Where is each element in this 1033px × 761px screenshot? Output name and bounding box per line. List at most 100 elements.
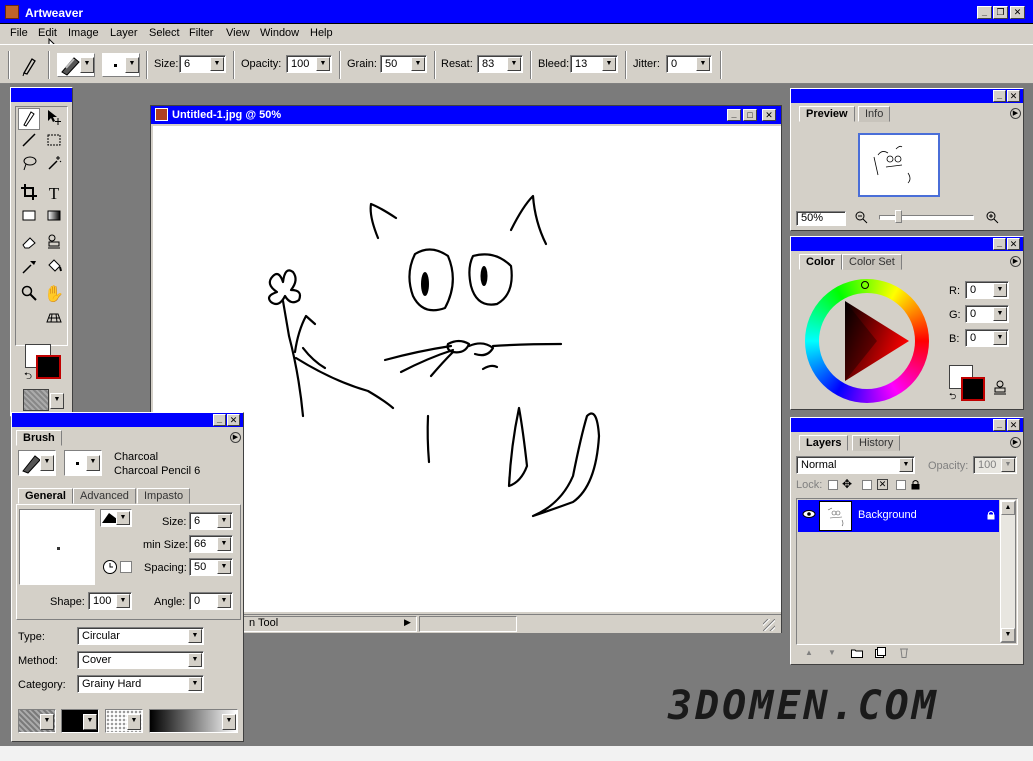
- color-wheel[interactable]: [805, 279, 929, 403]
- lock-paint-checkbox[interactable]: [862, 480, 872, 490]
- gradient-swatch[interactable]: ▼: [149, 709, 238, 733]
- opacity-field[interactable]: 100 ▼: [286, 55, 332, 73]
- clone-stamp-tool-icon[interactable]: [43, 233, 65, 255]
- r-value-field[interactable]: 0 ▼: [965, 281, 1009, 299]
- zoom-tool-icon[interactable]: [18, 284, 40, 306]
- brush-shape-field[interactable]: 100 ▼: [88, 592, 132, 610]
- color-triangle[interactable]: [819, 293, 915, 389]
- brush-category-select[interactable]: Grainy Hard ▼: [77, 675, 204, 693]
- zoom-out-icon[interactable]: [854, 210, 868, 224]
- brush-angle-field[interactable]: 0 ▼: [189, 592, 233, 610]
- grain-field[interactable]: 50 ▼: [380, 55, 427, 73]
- brush-tip-thumb[interactable]: ▼: [64, 450, 102, 476]
- move-tool-icon[interactable]: [43, 108, 65, 130]
- lock-transparency-checkbox[interactable]: [828, 480, 838, 490]
- color-panel-menu-icon[interactable]: ▶: [1010, 256, 1021, 267]
- jitter-field[interactable]: 0 ▼: [666, 55, 712, 73]
- menu-file[interactable]: File: [10, 27, 28, 39]
- brush-panel-menu-icon[interactable]: ▶: [230, 432, 241, 443]
- brush-spacing-field[interactable]: 50 ▼: [189, 558, 233, 576]
- text-tool-icon[interactable]: T: [43, 183, 65, 205]
- visibility-eye-icon[interactable]: [802, 509, 816, 519]
- layers-scrollbar[interactable]: ▲ ▼: [1000, 500, 1016, 643]
- new-folder-icon[interactable]: [851, 648, 863, 658]
- tab-info[interactable]: Info: [858, 106, 891, 122]
- menu-window[interactable]: Window: [260, 27, 299, 39]
- menu-filter[interactable]: Filter: [189, 27, 213, 39]
- swap-colors-icon[interactable]: ⮌: [24, 369, 32, 386]
- resize-grip-icon[interactable]: [763, 619, 775, 631]
- lock-all-checkbox[interactable]: [896, 480, 906, 490]
- brush-tip-picker[interactable]: ▼: [102, 53, 140, 77]
- zoom-slider-track[interactable]: [879, 215, 974, 220]
- tab-preview[interactable]: Preview: [799, 106, 855, 122]
- layers-panel-minimize-button[interactable]: _: [993, 419, 1006, 431]
- rect-select-tool-icon[interactable]: [43, 131, 65, 153]
- crop-tool-icon[interactable]: [18, 183, 40, 205]
- navigator-thumbnail[interactable]: [858, 133, 940, 197]
- hand-tool-icon[interactable]: ✋: [43, 284, 65, 306]
- menu-help[interactable]: Help: [310, 27, 333, 39]
- paint-bucket-tool-icon[interactable]: [43, 257, 65, 279]
- minimize-button[interactable]: _: [977, 6, 992, 19]
- rectangle-shape-tool-icon[interactable]: [18, 206, 40, 228]
- layer-opacity-field[interactable]: 100 ▼: [973, 456, 1017, 474]
- zoom-level-field[interactable]: 50%: [796, 211, 846, 226]
- lasso-tool-icon[interactable]: [18, 154, 40, 176]
- lock-move-icon[interactable]: ✥: [842, 477, 852, 491]
- hue-marker[interactable]: [861, 281, 869, 289]
- brush-preset-thumb[interactable]: ▼: [18, 450, 56, 476]
- tab-general[interactable]: General: [18, 488, 73, 504]
- preview-panel-close-button[interactable]: ✕: [1007, 90, 1020, 102]
- new-layer-icon[interactable]: [875, 647, 886, 658]
- restore-button[interactable]: ❐: [993, 6, 1008, 19]
- paper-texture-dropdown[interactable]: ▼: [50, 393, 64, 409]
- eyedropper-tool-icon[interactable]: [18, 257, 40, 279]
- document-close-button[interactable]: ✕: [762, 109, 776, 121]
- document-minimize-button[interactable]: _: [727, 109, 741, 121]
- color-panel-close-button[interactable]: ✕: [1007, 238, 1020, 250]
- layer-down-icon[interactable]: ▼: [828, 648, 836, 657]
- brush-shape-picker[interactable]: ▼: [100, 509, 132, 527]
- preview-panel-minimize-button[interactable]: _: [993, 90, 1006, 102]
- g-value-field[interactable]: 0 ▼: [965, 305, 1009, 323]
- menu-view[interactable]: View: [226, 27, 250, 39]
- tab-history[interactable]: History: [852, 435, 901, 451]
- brush-preset-picker[interactable]: ▼: [57, 53, 95, 77]
- grid-tool-icon[interactable]: [43, 308, 65, 330]
- paintbrush-tool-icon[interactable]: [18, 108, 40, 130]
- brush-panel-close-button[interactable]: ✕: [227, 414, 240, 426]
- texture-swatch[interactable]: ▼: [105, 709, 143, 733]
- brush-size-field[interactable]: 6 ▼: [189, 512, 233, 530]
- brush-panel-minimize-button[interactable]: _: [213, 414, 226, 426]
- brush-tool-indicator-icon[interactable]: [18, 53, 42, 77]
- eraser-tool-icon[interactable]: [18, 233, 40, 255]
- magic-wand-tool-icon[interactable]: [43, 154, 65, 176]
- close-button[interactable]: ✕: [1010, 6, 1025, 19]
- delete-layer-icon[interactable]: [899, 647, 909, 658]
- zoom-in-icon[interactable]: [985, 210, 999, 224]
- tab-advanced[interactable]: Advanced: [73, 488, 136, 504]
- menu-layer[interactable]: Layer: [110, 27, 138, 39]
- tab-layers[interactable]: Layers: [799, 435, 849, 451]
- tab-brush[interactable]: Brush: [16, 430, 62, 446]
- paper-swatch[interactable]: ▼: [18, 709, 56, 733]
- pattern-swatch[interactable]: ▼: [61, 709, 99, 733]
- resat-field[interactable]: 83 ▼: [477, 55, 523, 73]
- tab-impasto[interactable]: Impasto: [137, 488, 191, 504]
- canvas[interactable]: [153, 126, 781, 612]
- color-panel-minimize-button[interactable]: _: [993, 238, 1006, 250]
- brush-minsize-field[interactable]: 66 ▼: [189, 535, 233, 553]
- tab-color-set[interactable]: Color Set: [842, 254, 902, 270]
- color-panel-foreground-swatch[interactable]: [961, 377, 985, 401]
- line-tool-icon[interactable]: [18, 131, 40, 153]
- gradient-tool-icon[interactable]: [43, 206, 65, 228]
- brush-method-select[interactable]: Cover ▼: [77, 651, 204, 669]
- padlock-icon[interactable]: [911, 479, 920, 490]
- brush-type-select[interactable]: Circular ▼: [77, 627, 204, 645]
- layers-panel-menu-icon[interactable]: ▶: [1010, 437, 1021, 448]
- status-arrow-icon[interactable]: ▶: [404, 617, 411, 628]
- color-panel-swap-icon[interactable]: ⮌: [949, 389, 956, 405]
- document-maximize-button[interactable]: □: [743, 109, 757, 121]
- size-field[interactable]: 6 ▼: [179, 55, 226, 73]
